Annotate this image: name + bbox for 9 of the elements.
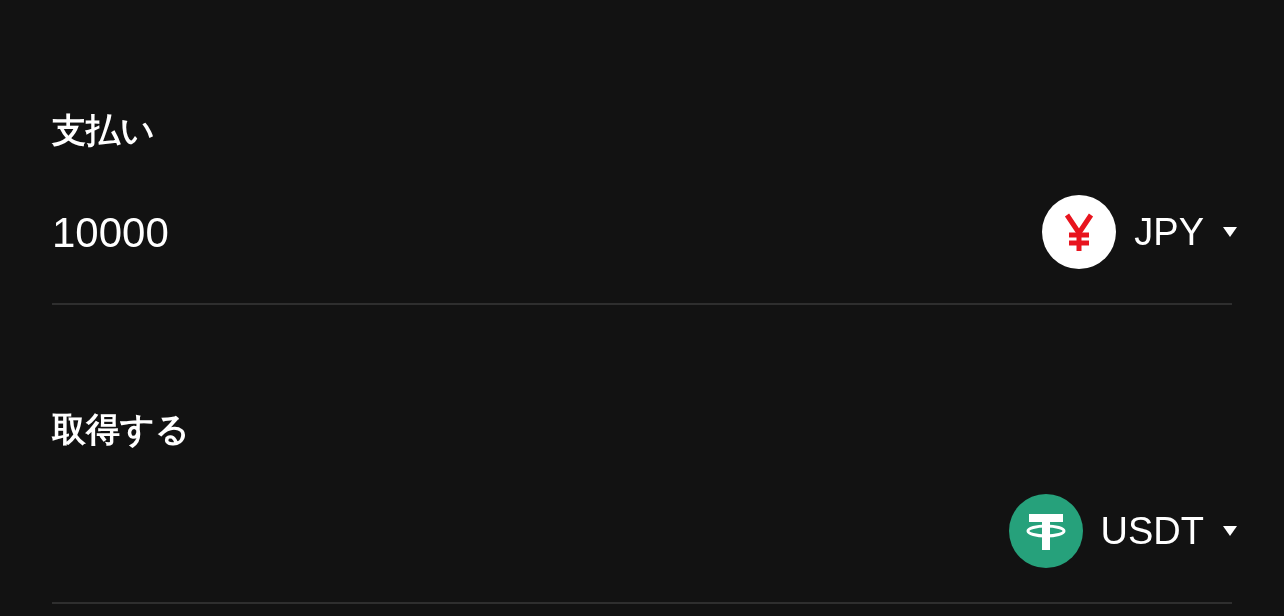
amount-field[interactable]: 10000 bbox=[52, 204, 652, 260]
tether-coin-icon bbox=[1008, 494, 1083, 568]
caret-icon bbox=[1222, 525, 1238, 537]
caret-icon bbox=[1222, 226, 1238, 238]
currency-selector[interactable]: USDT bbox=[1008, 494, 1238, 568]
section-label: 取得する bbox=[52, 408, 190, 450]
section-label: 支払い bbox=[52, 109, 155, 151]
currency-selector[interactable]: JPY bbox=[1042, 195, 1238, 269]
yen-coin-icon bbox=[1042, 195, 1117, 269]
